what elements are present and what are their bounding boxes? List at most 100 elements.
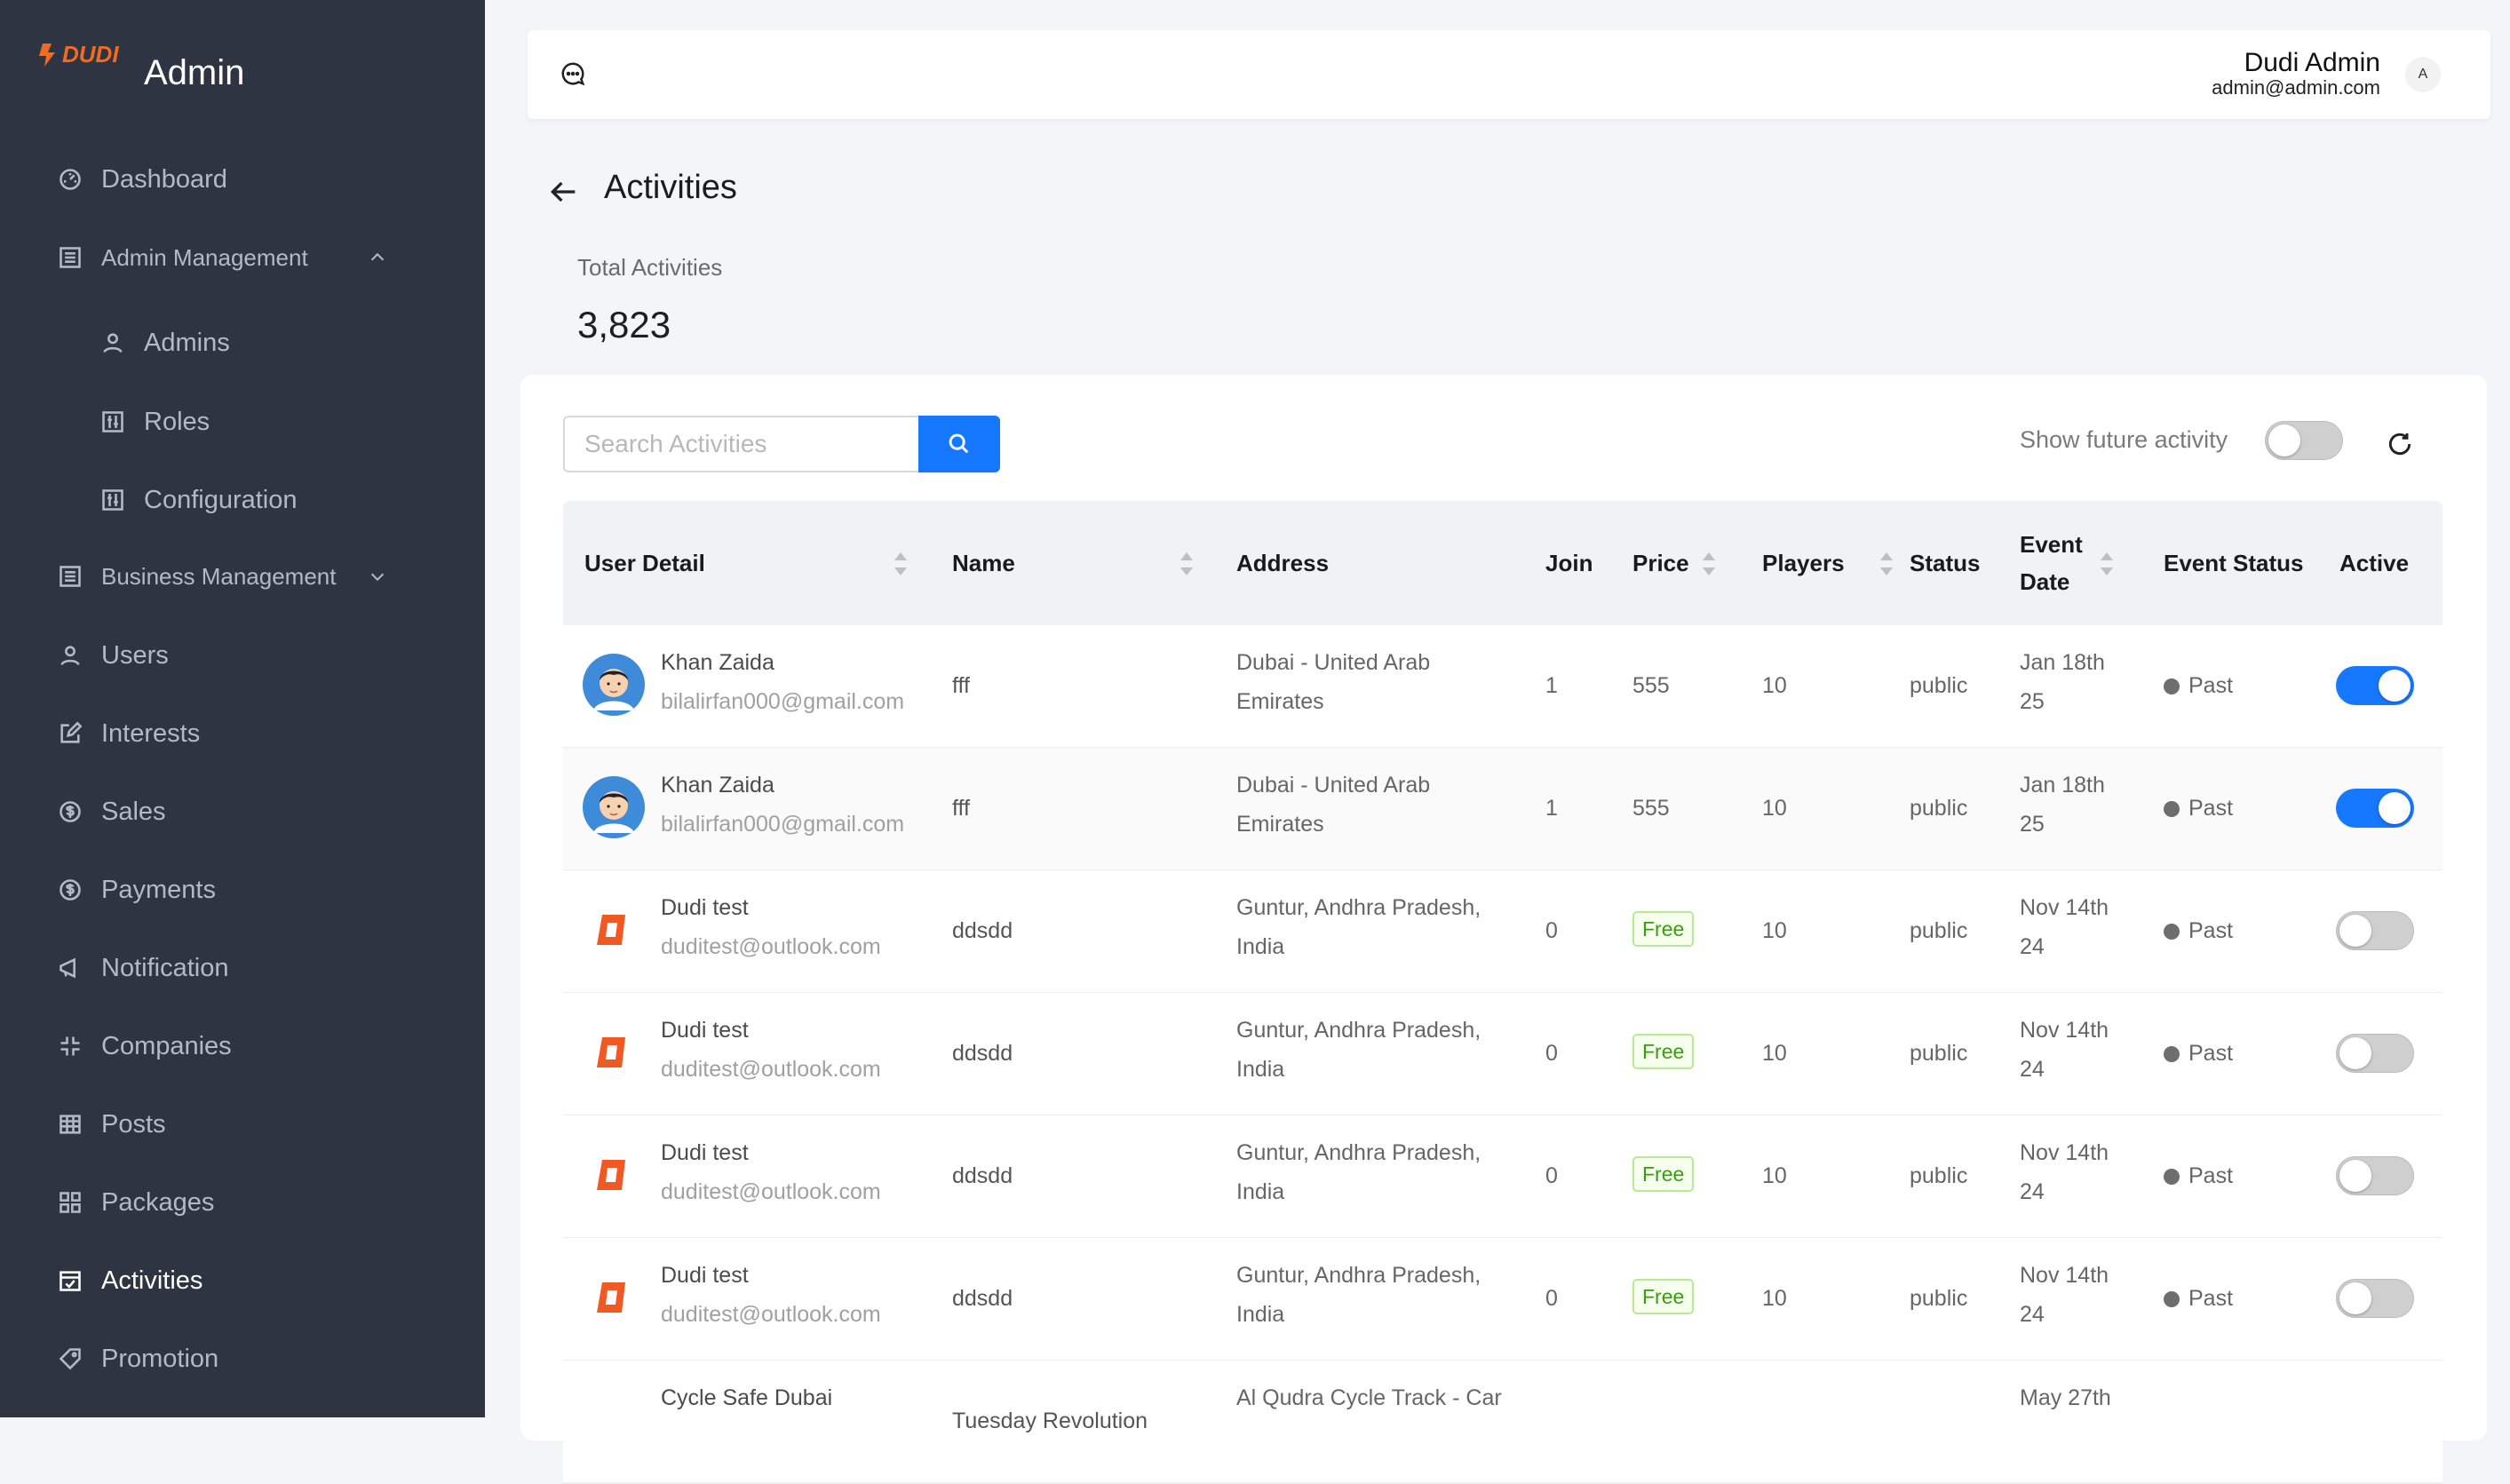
sort-icon[interactable] bbox=[1178, 551, 1195, 582]
column-header-event-status: Event Status bbox=[2164, 549, 2304, 576]
page-title: Activities bbox=[604, 169, 737, 206]
sidebar-item-label: Roles bbox=[144, 407, 210, 436]
toggle-knob bbox=[2339, 1160, 2371, 1192]
sidebar-item-activities[interactable]: Activities bbox=[57, 1258, 412, 1303]
active-toggle[interactable] bbox=[2336, 1034, 2414, 1073]
price-cell: Free bbox=[1632, 1277, 1695, 1316]
sidebar-item-users[interactable]: Users bbox=[57, 633, 412, 678]
active-toggle[interactable] bbox=[2336, 1279, 2414, 1318]
user-email: duditest@outlook.com bbox=[661, 1179, 881, 1204]
user-icon bbox=[99, 329, 126, 356]
sidebar-item-dashboard[interactable]: Dashboard bbox=[57, 157, 412, 202]
address-line-1: Al Qudra Cycle Track - Car bbox=[1236, 1385, 1502, 1410]
activity-name: ddsdd bbox=[952, 918, 1013, 943]
sidebar-item-notification[interactable]: Notification bbox=[57, 946, 412, 990]
user-avatar bbox=[583, 654, 645, 716]
sidebar-item-companies[interactable]: Companies bbox=[57, 1024, 412, 1068]
sort-icon[interactable] bbox=[2098, 551, 2116, 582]
column-header-event-date[interactable]: Event Date bbox=[2020, 501, 2083, 625]
event-status: Past bbox=[2164, 1034, 2233, 1073]
join-count: 1 bbox=[1545, 673, 1558, 698]
user-email: admin@admin.com bbox=[2212, 76, 2380, 99]
table-row[interactable]: Khan Zaida bilalirfan000@gmail.com fff Duba… bbox=[563, 625, 2442, 749]
sidebar-item-payments[interactable]: Payments bbox=[57, 868, 412, 912]
event-date-line-2: 24 bbox=[2020, 1179, 2045, 1204]
column-header-user-detail[interactable]: User Detail bbox=[584, 501, 705, 625]
sidebar-item-roles[interactable]: Roles bbox=[99, 400, 455, 444]
event-date-line-2: 24 bbox=[2020, 934, 2045, 959]
sidebar-item-configuration[interactable]: Configuration bbox=[99, 478, 455, 522]
free-tag: Free bbox=[1632, 911, 1695, 947]
sidebar-item-admin-management[interactable]: Admin Management bbox=[57, 235, 412, 280]
column-header-name[interactable]: Name bbox=[952, 501, 1015, 625]
sidebar-item-label: Posts bbox=[101, 1109, 166, 1139]
event-status: Past bbox=[2164, 789, 2233, 828]
sort-icon[interactable] bbox=[1878, 551, 1895, 582]
toggle-knob bbox=[2379, 670, 2411, 702]
event-date-line-1: Nov 14th bbox=[2020, 1018, 2109, 1043]
sidebar-item-packages[interactable]: Packages bbox=[57, 1180, 412, 1225]
dudi-logo[interactable]: DUDI bbox=[36, 41, 119, 68]
sort-icon[interactable] bbox=[892, 551, 909, 582]
table-row[interactable]: Dudi test duditest@outlook.com ddsdd Guntur… bbox=[563, 1115, 2442, 1239]
activity-name: ddsdd bbox=[952, 1163, 1013, 1188]
event-status-label: Past bbox=[2188, 796, 2234, 821]
players-count: 10 bbox=[1762, 796, 1787, 821]
show-future-toggle[interactable] bbox=[2265, 421, 2343, 460]
active-toggle[interactable] bbox=[2336, 911, 2414, 950]
user-info[interactable]: Dudi Admin admin@admin.com bbox=[2212, 48, 2380, 99]
table-row[interactable]: Dudi test duditest@outlook.com ddsdd Guntur… bbox=[563, 993, 2442, 1116]
sort-icon[interactable] bbox=[1700, 551, 1718, 582]
status-text: public bbox=[1910, 673, 1968, 698]
table-row[interactable]: Cycle Safe Dubai Tuesday Revolution Al Qud… bbox=[563, 1361, 2442, 1484]
players-count: 10 bbox=[1762, 1163, 1787, 1188]
sidebar-item-label: Notification bbox=[101, 953, 229, 982]
table-row[interactable]: Dudi test duditest@outlook.com ddsdd Guntur… bbox=[563, 1238, 2442, 1361]
dudi-avatar-icon bbox=[583, 1144, 645, 1206]
event-status: Past bbox=[2164, 1156, 2233, 1195]
total-activities-label: Total Activities bbox=[577, 254, 723, 281]
sidebar-item-interests[interactable]: Interests bbox=[57, 711, 412, 756]
sidebar-item-business-management[interactable]: Business Management bbox=[57, 554, 412, 599]
price-cell: Free bbox=[1632, 909, 1695, 948]
sidebar-item-sales[interactable]: Sales bbox=[57, 790, 412, 834]
column-header-price[interactable]: Price bbox=[1632, 501, 1689, 625]
back-arrow-icon[interactable] bbox=[545, 174, 581, 214]
column-header-address: Address bbox=[1236, 549, 1330, 576]
event-date-line-1: May 27th bbox=[2020, 1385, 2111, 1410]
avatar[interactable]: A bbox=[2405, 57, 2441, 92]
sidebar-item-posts[interactable]: Posts bbox=[57, 1102, 412, 1147]
sidebar-item-label: Dashboard bbox=[101, 164, 227, 194]
search-input[interactable] bbox=[563, 416, 918, 472]
event-status: Past bbox=[2164, 911, 2233, 950]
status-dot bbox=[2164, 1291, 2180, 1307]
table-row[interactable]: Dudi test duditest@outlook.com ddsdd Guntur… bbox=[563, 870, 2442, 994]
app-title: Admin bbox=[144, 53, 245, 92]
user-email: duditest@outlook.com bbox=[661, 1057, 881, 1082]
status-dot bbox=[2164, 679, 2180, 694]
megaphone-icon bbox=[57, 955, 83, 981]
active-toggle[interactable] bbox=[2336, 1156, 2414, 1195]
toggle-knob bbox=[2339, 1037, 2371, 1069]
user-email: bilalirfan000@gmail.com bbox=[661, 689, 905, 714]
refresh-icon[interactable] bbox=[2386, 430, 2414, 463]
dudi-avatar-icon bbox=[583, 1021, 645, 1083]
address-line-2: India bbox=[1236, 1179, 1285, 1204]
show-future-label: Show future activity bbox=[2020, 426, 2228, 453]
sidebar-item-promotion[interactable]: Promotion bbox=[57, 1337, 412, 1381]
dollar-circle-icon bbox=[57, 877, 83, 903]
activity-name: ddsdd bbox=[952, 1286, 1013, 1311]
active-toggle[interactable] bbox=[2336, 789, 2414, 828]
active-toggle[interactable] bbox=[2336, 666, 2414, 705]
column-header-players[interactable]: Players bbox=[1762, 501, 1845, 625]
status-text: public bbox=[1910, 1163, 1968, 1188]
table-row[interactable]: Khan Zaida bilalirfan000@gmail.com fff Duba… bbox=[563, 748, 2442, 871]
price-value: 555 bbox=[1632, 673, 1670, 698]
event-status-label: Past bbox=[2188, 1286, 2234, 1311]
players-count: 10 bbox=[1762, 1041, 1787, 1066]
status-dot bbox=[2164, 924, 2180, 940]
chat-icon[interactable] bbox=[560, 60, 586, 91]
sidebar-item-admins[interactable]: Admins bbox=[99, 321, 455, 365]
search-button[interactable] bbox=[918, 416, 1000, 472]
chevron-up-icon bbox=[368, 246, 387, 274]
